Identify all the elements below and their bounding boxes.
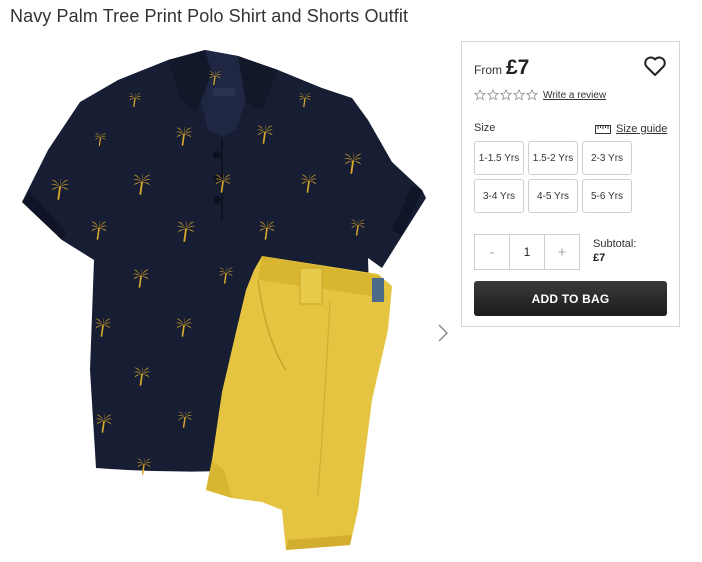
price: From £7: [474, 56, 529, 80]
quantity-decrease-button[interactable]: -: [475, 235, 509, 269]
subtotal-value: £7: [593, 252, 606, 264]
size-guide-label: Size guide: [616, 123, 668, 135]
quantity-value[interactable]: 1: [509, 235, 545, 269]
heart-outline-icon: [644, 56, 666, 76]
write-review-link[interactable]: Write a review: [543, 90, 606, 101]
size-option[interactable]: 4-5 Yrs: [528, 179, 578, 213]
size-option[interactable]: 1.5-2 Yrs: [528, 141, 578, 175]
wishlist-button[interactable]: [643, 55, 667, 77]
quantity-stepper: - 1 +: [474, 234, 580, 270]
star-empty-icon: [513, 89, 525, 101]
next-image-button[interactable]: [432, 318, 454, 348]
star-empty-icon: [526, 89, 538, 101]
size-option[interactable]: 1-1.5 Yrs: [474, 141, 524, 175]
size-options: 1-1.5 Yrs 1.5-2 Yrs 2-3 Yrs 3-4 Yrs 4-5 …: [474, 141, 634, 213]
size-option[interactable]: 3-4 Yrs: [474, 179, 524, 213]
price-from-label: From: [474, 63, 502, 77]
subtotal-label: Subtotal:: [593, 238, 637, 250]
star-empty-icon: [500, 89, 512, 101]
price-value: £7: [506, 56, 530, 79]
size-option[interactable]: 5-6 Yrs: [582, 179, 632, 213]
size-label: Size: [474, 122, 496, 134]
rating: Write a review: [474, 89, 606, 101]
size-option[interactable]: 2-3 Yrs: [582, 141, 632, 175]
subtotal: Subtotal: £7: [593, 237, 636, 265]
size-guide-link[interactable]: Size guide: [595, 123, 667, 135]
ruler-icon: [595, 124, 611, 134]
purchase-panel: From £7 Write a review Size Size guide 1…: [461, 41, 680, 327]
quantity-increase-button[interactable]: +: [545, 235, 579, 269]
chevron-right-icon: [438, 324, 448, 342]
product-image: [0, 40, 455, 562]
add-to-bag-button[interactable]: ADD TO BAG: [474, 281, 667, 316]
star-rating: [474, 89, 538, 101]
star-empty-icon: [474, 89, 486, 101]
product-title: Navy Palm Tree Print Polo Shirt and Shor…: [10, 6, 409, 26]
star-empty-icon: [487, 89, 499, 101]
